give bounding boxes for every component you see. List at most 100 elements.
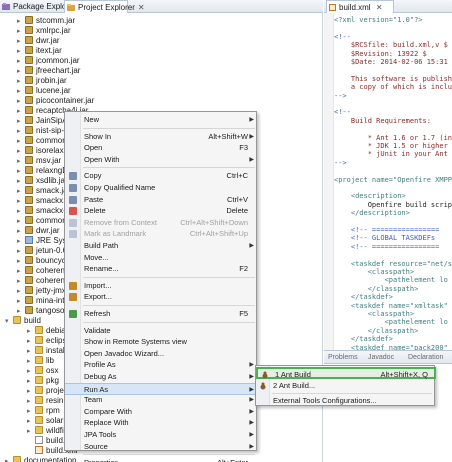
menu-item-mark-as-landmark[interactable]: Mark as Landmark Ctrl+Alt+Shift+Up bbox=[65, 228, 258, 240]
collapsed-arrow-icon[interactable]: ▸ bbox=[5, 456, 13, 462]
menu-item-validate[interactable]: Validate bbox=[65, 325, 258, 337]
folder-icon bbox=[13, 456, 21, 462]
tree-item-label: stcomm.jar bbox=[36, 16, 76, 25]
menu-item-shortcut: Ctrl+Alt+Shift+Down bbox=[180, 217, 248, 227]
expanded-arrow-icon[interactable]: ▾ bbox=[5, 316, 13, 327]
menu-item-refresh[interactable]: Refresh F5 bbox=[65, 308, 258, 320]
submenu-arrow-icon: ▶ bbox=[249, 420, 254, 427]
export-icon bbox=[69, 293, 77, 302]
menu-item-label: Copy bbox=[84, 171, 102, 181]
menu-item-label: Copy Qualified Name bbox=[84, 183, 156, 192]
tree-item-label: xmlrpc.jar bbox=[36, 26, 71, 35]
menu-item-export[interactable]: Export... bbox=[65, 291, 258, 303]
tree-item-label: dwr.jar bbox=[36, 36, 60, 45]
menu-item-jpa-tools[interactable]: JPA Tools ▶ bbox=[65, 429, 258, 441]
close-icon[interactable]: ✕ bbox=[138, 3, 145, 12]
menu-item-label: Delete bbox=[84, 206, 106, 216]
menu-item-source[interactable]: Source ▶ bbox=[65, 441, 258, 453]
menu-item-label: Move... bbox=[84, 252, 109, 262]
jar-icon bbox=[25, 16, 33, 24]
menu-item-label: Paste bbox=[84, 194, 104, 204]
menu-item-shortcut: Ctrl+V bbox=[226, 194, 248, 204]
menu-item-copy-qualified-name[interactable]: Copy Qualified Name bbox=[65, 182, 258, 194]
menu-item-remove-from-context[interactable]: Remove from Context Ctrl+Alt+Shift+Down bbox=[65, 217, 258, 229]
menu-item-shortcut: Alt+Shift+W bbox=[208, 131, 248, 141]
menu-item-label: Build Path bbox=[84, 241, 119, 250]
bottom-tab[interactable]: Javadoc bbox=[368, 354, 394, 361]
menu-item-open-with[interactable]: Open With ▶ bbox=[65, 154, 258, 166]
submenu-item-external-tools-configurations[interactable]: External Tools Configurations... bbox=[256, 395, 436, 407]
submenu-item-label: 2 Ant Build... bbox=[273, 380, 316, 390]
jar-icon bbox=[25, 226, 33, 234]
code-editor[interactable]: <?xml version="1.0"?> <!-- $RCSfile: buil… bbox=[334, 13, 452, 350]
tree-item-label: pkg bbox=[46, 376, 59, 385]
submenu-item-1-ant-build[interactable]: 1 Ant Build Alt+Shift+X, Q bbox=[256, 367, 436, 379]
menu-item-show-in-remote-systems-view[interactable]: Show in Remote Systems view bbox=[65, 336, 258, 348]
menu-item-open[interactable]: Open F3 bbox=[65, 142, 258, 154]
menu-item-replace-with[interactable]: Replace With ▶ bbox=[65, 417, 258, 429]
menu-item-label: Debug As bbox=[84, 372, 117, 381]
menu-item-properties[interactable]: Properties Alt+Enter bbox=[65, 457, 258, 462]
menu-item-label: Refresh bbox=[84, 309, 111, 318]
submenu-arrow-icon: ▶ bbox=[249, 362, 254, 369]
menu-item-delete[interactable]: Delete Delete bbox=[65, 205, 258, 217]
delete-icon bbox=[69, 207, 77, 216]
folder-icon bbox=[35, 356, 43, 364]
bottom-tab[interactable]: Problems bbox=[328, 354, 358, 361]
menu-item-show-in[interactable]: Show In Alt+Shift+W ▶ bbox=[65, 131, 258, 143]
menu-item-team[interactable]: Team ▶ bbox=[65, 394, 258, 406]
menu-item-rename[interactable]: Rename... F2 bbox=[65, 263, 258, 275]
menu-item-label: Replace With bbox=[84, 418, 129, 428]
menu-separator bbox=[83, 167, 255, 169]
close-icon[interactable]: ✕ bbox=[376, 3, 383, 12]
tree-item-label: resin bbox=[46, 396, 64, 405]
menu-item-paste[interactable]: Paste Ctrl+V bbox=[65, 194, 258, 206]
context-menu: New ▶ Show In Alt+Shift+W ▶ Open F3 Open With ▶ C… bbox=[64, 111, 258, 462]
menu-item-copy[interactable]: Copy Ctrl+C bbox=[65, 170, 258, 182]
menu-item-label: Import... bbox=[84, 280, 112, 290]
menu-item-profile-as[interactable]: Profile As ▶ bbox=[65, 359, 258, 371]
jar-icon bbox=[25, 76, 33, 84]
submenu-item-2-ant-build[interactable]: 2 Ant Build... bbox=[256, 380, 436, 392]
jar-icon bbox=[25, 296, 33, 304]
menu-item-move[interactable]: Move... bbox=[65, 252, 258, 264]
code-line: a copy of which is inclu bbox=[334, 83, 452, 92]
jar-icon bbox=[25, 86, 33, 94]
menu-item-new[interactable]: New ▶ bbox=[65, 114, 258, 126]
editor-tab-bar: build.xml ✕ bbox=[324, 0, 452, 13]
folder-icon bbox=[35, 416, 43, 424]
jar-icon bbox=[25, 196, 33, 204]
xml-file-icon bbox=[329, 4, 336, 11]
editor-ruler bbox=[324, 13, 334, 350]
menu-item-shortcut: F5 bbox=[239, 309, 248, 318]
tab-package-explorer[interactable]: Package Explorer bbox=[0, 0, 76, 13]
ant-icon bbox=[261, 371, 269, 379]
run-as-submenu: 1 Ant Build Alt+Shift+X, Q2 Ant Build... E… bbox=[255, 365, 436, 407]
menu-item-import[interactable]: Import... bbox=[65, 280, 258, 292]
tab-project-explorer-label: Project Explorer bbox=[78, 3, 135, 12]
menu-item-compare-with[interactable]: Compare With ▶ bbox=[65, 406, 258, 418]
folder-icon bbox=[35, 386, 43, 394]
menu-item-run-as[interactable]: Run As ▶ bbox=[65, 382, 258, 395]
editor-tab-label: build.xml bbox=[339, 3, 371, 12]
editor-tab-build-xml[interactable]: build.xml ✕ bbox=[326, 0, 394, 13]
tab-project-explorer[interactable]: Project Explorer ✕ bbox=[64, 0, 145, 13]
tree-item-label: xsdlib.jar bbox=[36, 176, 68, 185]
jar-icon bbox=[25, 266, 33, 274]
menu-separator bbox=[83, 127, 255, 129]
code-line: </description> bbox=[334, 209, 410, 218]
menu-item-label: Properties bbox=[84, 457, 118, 462]
bottom-tab[interactable]: Declaration bbox=[408, 354, 443, 361]
jar-icon bbox=[25, 166, 33, 174]
folder-icon bbox=[35, 396, 43, 404]
menu-item-debug-as[interactable]: Debug As ▶ bbox=[65, 371, 258, 383]
menu-item-open-javadoc-wizard[interactable]: Open Javadoc Wizard... bbox=[65, 348, 258, 360]
copy-icon bbox=[69, 172, 77, 181]
menu-separator bbox=[83, 454, 255, 456]
menu-item-label: Show in Remote Systems view bbox=[84, 337, 187, 347]
ant-icon bbox=[259, 382, 267, 390]
menu-item-shortcut: F2 bbox=[239, 264, 248, 274]
menu-item-build-path[interactable]: Build Path ▶ bbox=[65, 240, 258, 252]
folder-icon bbox=[35, 326, 43, 334]
tree-item-label: osx bbox=[46, 366, 59, 375]
